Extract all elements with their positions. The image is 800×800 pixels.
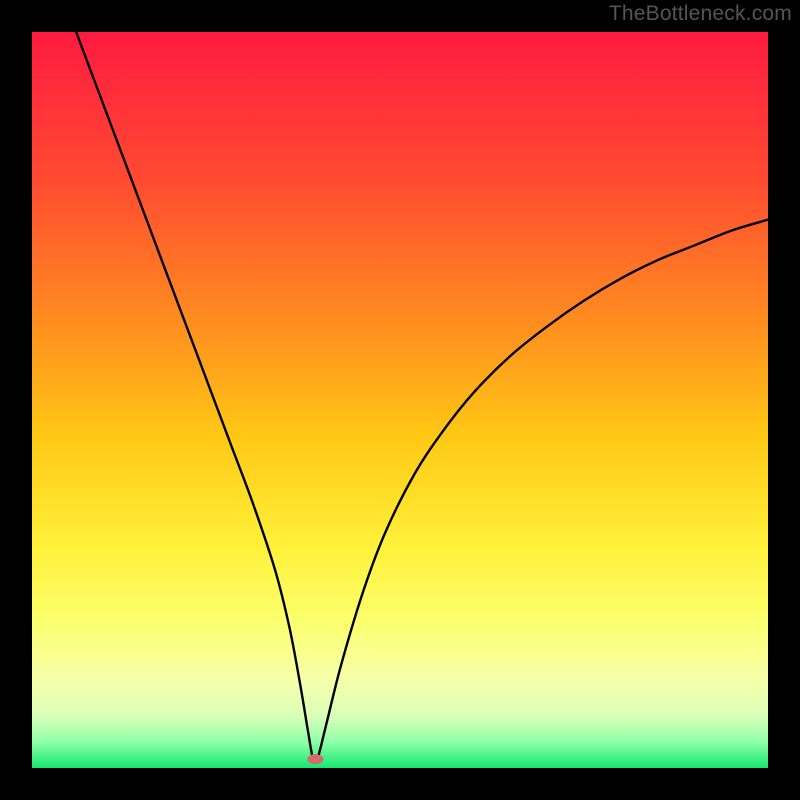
gradient-background (32, 32, 768, 768)
optimum-marker (307, 754, 323, 764)
plot-svg (32, 32, 768, 768)
chart-figure: TheBottleneck.com (0, 0, 800, 800)
attribution-label: TheBottleneck.com (609, 2, 792, 26)
plot-area (32, 32, 768, 768)
